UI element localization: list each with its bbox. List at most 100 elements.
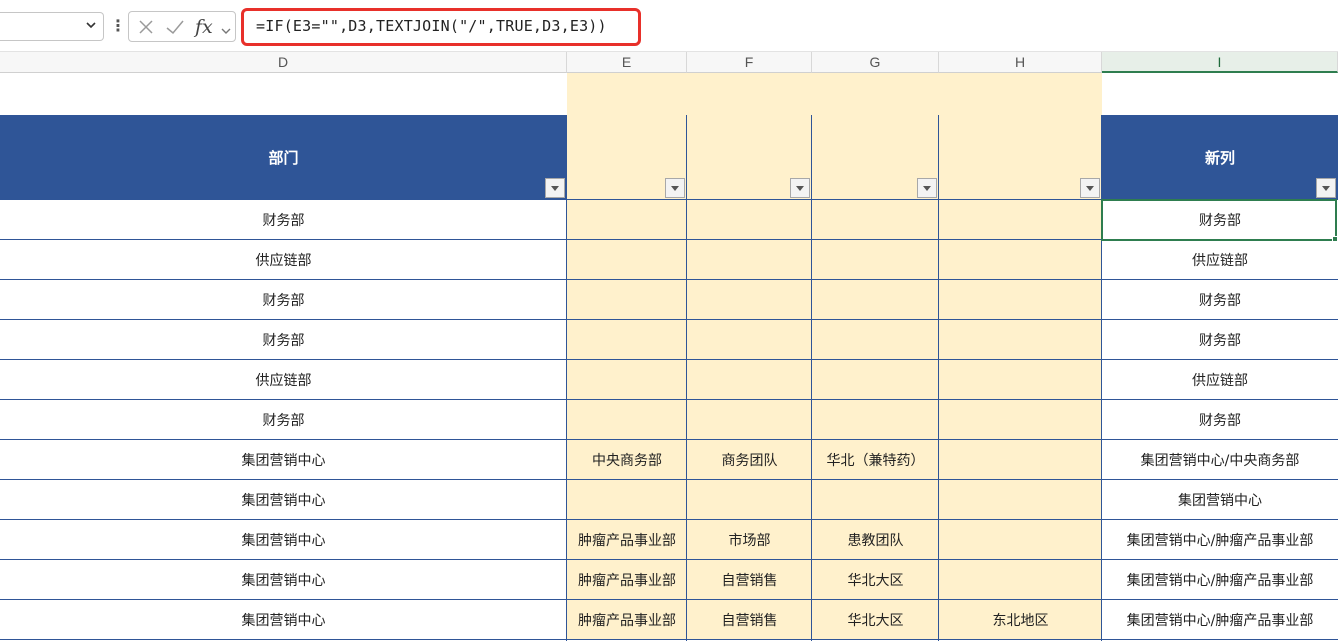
row-border	[0, 319, 1338, 320]
cell-text: 集团营销中心	[241, 573, 326, 589]
column-header-i[interactable]: I	[1102, 52, 1338, 73]
table-cell-d[interactable]: 财务部	[0, 320, 567, 360]
table-cell-h[interactable]	[939, 560, 1102, 600]
table-cell-h[interactable]	[939, 400, 1102, 440]
formula-text[interactable]: =IF(E3="",D3,TEXTJOIN("/",TRUE,D3,E3))	[256, 17, 607, 35]
header-cell-h[interactable]	[939, 115, 1102, 200]
table-cell-g[interactable]	[812, 400, 939, 440]
table-cell-g[interactable]	[812, 280, 939, 320]
table-cell-h[interactable]	[939, 280, 1102, 320]
table-cell-g[interactable]: 华北大区	[812, 560, 939, 600]
table-cell-i[interactable]: 财务部	[1102, 320, 1338, 360]
more-options-icon[interactable]: ⋮	[110, 16, 126, 36]
table-cell-f[interactable]: 商务团队	[687, 440, 812, 480]
header-cell-i[interactable]: 新列	[1102, 115, 1338, 200]
column-header-e[interactable]: E	[567, 52, 687, 73]
table-cell-e[interactable]	[567, 240, 687, 280]
table-cell-d[interactable]: 财务部	[0, 280, 567, 320]
table-cell-g[interactable]	[812, 320, 939, 360]
header-cell-f[interactable]	[687, 115, 812, 200]
table-cell-d[interactable]: 供应链部	[0, 360, 567, 400]
table-cell-g[interactable]	[812, 240, 939, 280]
table-cell-e[interactable]	[567, 480, 687, 520]
column-border	[938, 115, 939, 641]
table-cell-h[interactable]	[939, 440, 1102, 480]
chevron-down-icon[interactable]	[220, 22, 232, 40]
table-cell-e[interactable]	[567, 360, 687, 400]
table-cell-f[interactable]	[687, 200, 812, 240]
filter-dropdown-button[interactable]	[917, 178, 937, 198]
table-cell-i[interactable]: 集团营销中心/肿瘤产品事业部	[1102, 600, 1338, 640]
table-cell-e[interactable]	[567, 400, 687, 440]
enter-check-icon[interactable]	[165, 18, 185, 36]
table-cell-e[interactable]: 中央商务部	[567, 440, 687, 480]
name-box[interactable]	[0, 12, 104, 41]
table-cell-i[interactable]: 集团营销中心/肿瘤产品事业部	[1102, 560, 1338, 600]
filter-arrow-icon	[1086, 186, 1094, 191]
empty-yellow-band[interactable]	[567, 73, 1102, 115]
table-cell-h[interactable]	[939, 320, 1102, 360]
table-cell-f[interactable]: 市场部	[687, 520, 812, 560]
table-cell-e[interactable]	[567, 280, 687, 320]
column-header-d[interactable]: D	[0, 52, 567, 73]
table-cell-f[interactable]	[687, 400, 812, 440]
column-header-f[interactable]: F	[687, 52, 812, 73]
filter-dropdown-button[interactable]	[1316, 178, 1336, 198]
table-cell-i[interactable]: 供应链部	[1102, 240, 1338, 280]
table-cell-f[interactable]: 自营销售	[687, 600, 812, 640]
table-cell-i[interactable]: 集团营销中心/肿瘤产品事业部	[1102, 520, 1338, 560]
table-cell-g[interactable]	[812, 480, 939, 520]
table-cell-e[interactable]: 肿瘤产品事业部	[567, 560, 687, 600]
table-cell-g[interactable]: 华北（兼特药）	[812, 440, 939, 480]
chevron-down-icon[interactable]	[85, 19, 97, 31]
filter-dropdown-button[interactable]	[790, 178, 810, 198]
table-cell-f[interactable]	[687, 480, 812, 520]
fill-handle[interactable]	[1332, 236, 1338, 242]
header-cell-e[interactable]	[567, 115, 687, 200]
table-cell-e[interactable]	[567, 200, 687, 240]
table-cell-g[interactable]: 患教团队	[812, 520, 939, 560]
filter-dropdown-button[interactable]	[1080, 178, 1100, 198]
header-cell-d[interactable]: 部门	[0, 115, 567, 200]
table-cell-h[interactable]	[939, 240, 1102, 280]
filter-dropdown-button[interactable]	[545, 178, 565, 198]
table-cell-d[interactable]: 财务部	[0, 400, 567, 440]
cancel-icon[interactable]	[137, 18, 155, 36]
table-cell-f[interactable]: 自营销售	[687, 560, 812, 600]
table-cell-d[interactable]: 集团营销中心	[0, 600, 567, 640]
filter-dropdown-button[interactable]	[665, 178, 685, 198]
table-cell-f[interactable]	[687, 320, 812, 360]
table-cell-i[interactable]: 财务部	[1102, 280, 1338, 320]
table-cell-g[interactable]	[812, 360, 939, 400]
table-cell-h[interactable]	[939, 360, 1102, 400]
table-cell-h[interactable]	[939, 480, 1102, 520]
column-header-g[interactable]: G	[812, 52, 939, 73]
formula-controls: fx	[128, 11, 236, 42]
table-cell-d[interactable]: 集团营销中心	[0, 560, 567, 600]
table-cell-i[interactable]: 集团营销中心	[1102, 480, 1338, 520]
column-border	[566, 115, 567, 641]
insert-function-icon[interactable]: fx	[195, 18, 217, 37]
table-cell-d[interactable]: 财务部	[0, 200, 567, 240]
table-cell-h[interactable]	[939, 200, 1102, 240]
table-cell-f[interactable]	[687, 360, 812, 400]
table-cell-d[interactable]: 集团营销中心	[0, 440, 567, 480]
table-cell-d[interactable]: 集团营销中心	[0, 520, 567, 560]
table-cell-i[interactable]: 供应链部	[1102, 360, 1338, 400]
table-cell-h[interactable]	[939, 520, 1102, 560]
table-cell-i[interactable]: 财务部	[1102, 400, 1338, 440]
table-cell-i[interactable]: 集团营销中心/中央商务部	[1102, 440, 1338, 480]
table-cell-e[interactable]: 肿瘤产品事业部	[567, 600, 687, 640]
table-cell-d[interactable]: 集团营销中心	[0, 480, 567, 520]
formula-input-highlight[interactable]: =IF(E3="",D3,TEXTJOIN("/",TRUE,D3,E3))	[241, 8, 641, 46]
table-cell-e[interactable]: 肿瘤产品事业部	[567, 520, 687, 560]
table-cell-f[interactable]	[687, 240, 812, 280]
table-cell-e[interactable]	[567, 320, 687, 360]
table-cell-d[interactable]: 供应链部	[0, 240, 567, 280]
column-header-h[interactable]: H	[939, 52, 1102, 73]
table-cell-h[interactable]: 东北地区	[939, 600, 1102, 640]
table-cell-g[interactable]	[812, 200, 939, 240]
table-cell-f[interactable]	[687, 280, 812, 320]
header-cell-g[interactable]	[812, 115, 939, 200]
table-cell-g[interactable]: 华北大区	[812, 600, 939, 640]
